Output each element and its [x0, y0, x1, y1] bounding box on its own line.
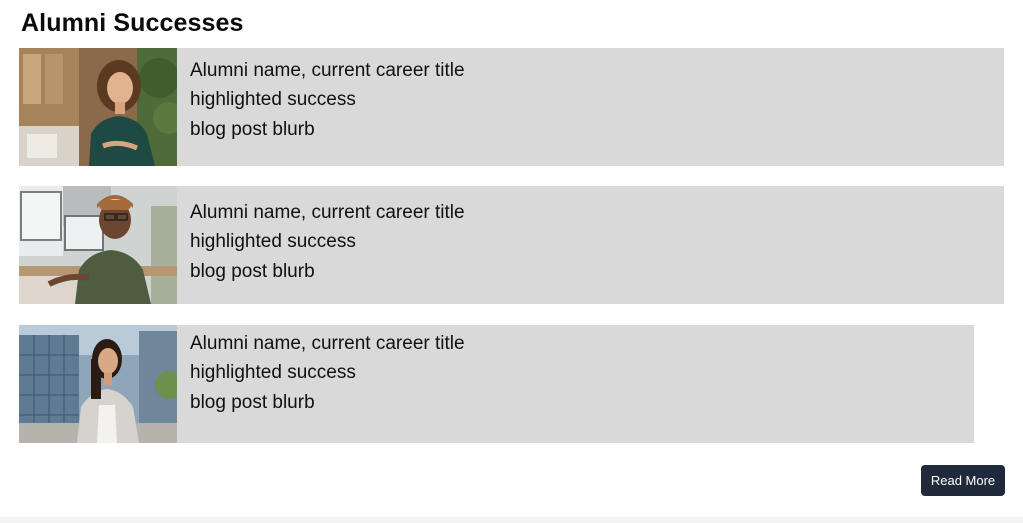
alumni-card-text: Alumni name, current career title highli… — [177, 325, 465, 443]
alumni-photo — [19, 325, 177, 443]
alumni-highlighted-success: highlighted success — [190, 89, 356, 110]
alumni-card[interactable]: Alumni name, current career title highli… — [19, 325, 974, 443]
alumni-blog-blurb: blog post blurb — [190, 392, 315, 413]
alumni-card[interactable]: Alumni name, current career title highli… — [19, 186, 1004, 304]
alumni-card-text: Alumni name, current career title highli… — [177, 186, 465, 304]
read-more-button[interactable]: Read More — [921, 465, 1005, 496]
alumni-blog-blurb: blog post blurb — [190, 261, 315, 282]
alumni-highlighted-success: highlighted success — [190, 231, 356, 252]
alumni-blog-blurb: blog post blurb — [190, 119, 315, 140]
alumni-name-title: Alumni name, current career title — [190, 333, 465, 354]
page-bottom-divider — [0, 517, 1023, 523]
alumni-name-title: Alumni name, current career title — [190, 60, 465, 81]
alumni-highlighted-success: highlighted success — [190, 362, 356, 383]
alumni-photo — [19, 186, 177, 304]
alumni-card-text: Alumni name, current career title highli… — [177, 48, 465, 166]
alumni-card[interactable]: Alumni name, current career title highli… — [19, 48, 1004, 166]
page-title: Alumni Successes — [21, 9, 244, 37]
alumni-photo — [19, 48, 177, 166]
alumni-page: Alumni Successes Alumni name, current ca… — [0, 0, 1023, 523]
alumni-name-title: Alumni name, current career title — [190, 202, 465, 223]
